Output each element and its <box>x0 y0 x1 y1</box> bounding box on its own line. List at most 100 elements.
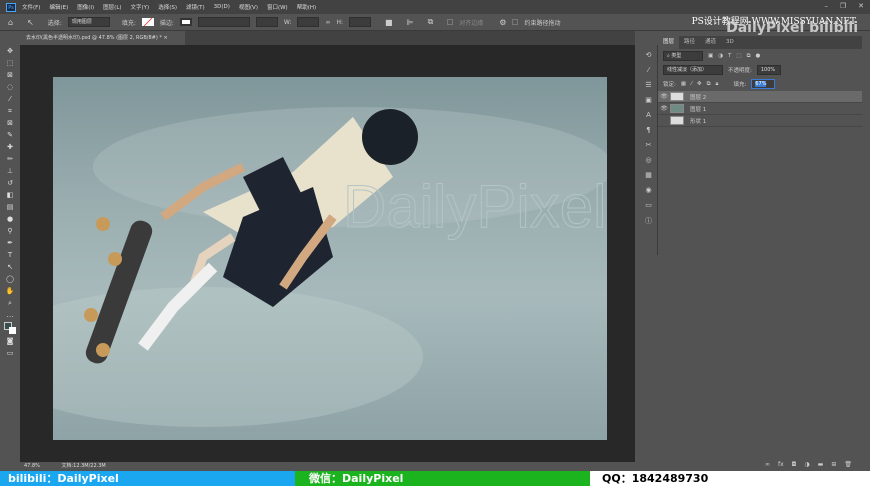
eraser-icon[interactable]: ◧ <box>5 190 15 200</box>
lock-image-icon[interactable]: ⁄ <box>691 81 692 87</box>
path-arrangement-icon[interactable]: ⧉ <box>428 17 434 27</box>
tools-icon[interactable]: ✂ <box>646 141 652 151</box>
path-select-tool-icon[interactable]: ↖ <box>27 18 34 27</box>
eye-icon[interactable]: 👁︎ <box>658 105 670 112</box>
blend-mode-dropdown[interactable]: 线性减淡（添加） <box>663 65 723 75</box>
ellipse-tool-icon[interactable]: ◯ <box>5 274 15 284</box>
artboard-tool-icon[interactable]: ⊠ <box>5 70 15 80</box>
3d-icon[interactable]: ◎ <box>645 156 651 166</box>
hand-tool-icon[interactable]: ✋ <box>5 286 15 296</box>
swatches-icon[interactable]: ▦ <box>645 171 652 181</box>
layer-row[interactable]: 👁︎ 图层 1 <box>658 103 862 115</box>
path-selection-icon[interactable]: ↖ <box>5 262 15 272</box>
adjustment-layer-icon[interactable]: ◑ <box>804 461 809 468</box>
adjustments-icon[interactable]: ☰ <box>645 81 651 91</box>
layer-row[interactable]: 👁︎ 图层 2 <box>658 91 862 103</box>
color-icon[interactable]: ▭ <box>645 201 652 211</box>
height-input[interactable] <box>349 17 372 27</box>
path-alignment-icon[interactable]: ⊫ <box>407 18 414 27</box>
healing-brush-icon[interactable]: ✚ <box>5 142 15 152</box>
menu-help[interactable]: 帮助(H) <box>297 3 316 11</box>
marquee-tool-icon[interactable]: ⬚ <box>5 58 15 68</box>
blur-tool-icon[interactable]: ● <box>5 214 15 224</box>
select-dropdown[interactable]: 现用图层 <box>67 17 110 27</box>
crop-tool-icon[interactable]: ⌗ <box>5 106 15 116</box>
menu-select[interactable]: 选择(S) <box>158 3 177 11</box>
menu-image[interactable]: 图像(I) <box>77 3 94 11</box>
stroke-width-input[interactable] <box>197 17 250 27</box>
align-edges-checkbox[interactable] <box>447 19 454 25</box>
filter-type-icon[interactable]: T <box>728 53 731 59</box>
fill-input[interactable]: 67% <box>751 79 776 89</box>
properties-icon[interactable]: ▣ <box>645 96 652 106</box>
close-icon[interactable]: ✕ <box>858 2 864 10</box>
menu-view[interactable]: 视图(V) <box>239 3 258 11</box>
stroke-type-dropdown[interactable] <box>255 17 278 27</box>
pen-tool-icon[interactable]: ✒ <box>5 238 15 248</box>
menu-edit[interactable]: 编辑(E) <box>49 3 68 11</box>
menu-layer[interactable]: 图层(L) <box>103 3 121 11</box>
filter-pixel-icon[interactable]: ▣ <box>708 53 713 59</box>
color-swatches[interactable] <box>4 322 16 334</box>
tab-close-icon[interactable]: × <box>163 35 167 41</box>
history-brush-icon[interactable]: ↺ <box>5 178 15 188</box>
link-layers-icon[interactable]: ∞ <box>765 461 770 468</box>
fill-swatch[interactable] <box>141 18 154 26</box>
trash-icon[interactable]: 🗑︎ <box>844 461 852 468</box>
paragraph-icon[interactable]: ¶ <box>646 126 650 136</box>
home-icon[interactable]: ⌂ <box>8 18 13 27</box>
lasso-tool-icon[interactable]: ◌ <box>5 82 15 92</box>
path-operations-icon[interactable]: ■ <box>385 18 393 27</box>
layer-row[interactable]: 形状 1 <box>658 115 862 127</box>
fx-icon[interactable]: fx <box>778 461 784 468</box>
opacity-input[interactable]: 100% <box>756 65 781 75</box>
restore-icon[interactable]: ❐ <box>840 2 846 10</box>
frame-tool-icon[interactable]: ⊠ <box>5 118 15 128</box>
quick-mask-icon[interactable]: ◙ <box>5 336 15 346</box>
lock-position-icon[interactable]: ✥ <box>697 81 702 87</box>
filter-shape-icon[interactable]: ⬚ <box>736 53 741 59</box>
new-group-icon[interactable]: ▬ <box>818 461 824 468</box>
menu-type[interactable]: 文字(Y) <box>131 3 150 11</box>
move-tool-icon[interactable]: ✥ <box>5 46 15 56</box>
tab-3d[interactable]: 3D <box>721 36 739 49</box>
eye-icon[interactable]: 👁︎ <box>658 93 670 100</box>
stroke-swatch[interactable] <box>179 18 192 26</box>
menu-window[interactable]: 窗口(W) <box>267 3 288 11</box>
brush-settings-icon[interactable]: ⁄ <box>648 66 649 76</box>
eyedropper-icon[interactable]: ✎ <box>5 130 15 140</box>
character-icon[interactable]: A <box>646 111 651 121</box>
gear-icon[interactable]: ⚙ <box>499 18 506 27</box>
screen-mode-icon[interactable]: ▭ <box>5 348 15 358</box>
gradient-tool-icon[interactable]: ▤ <box>5 202 15 212</box>
width-input[interactable] <box>297 17 320 27</box>
lock-transparent-icon[interactable]: ▦ <box>681 81 686 87</box>
add-mask-icon[interactable]: ◘ <box>792 461 797 468</box>
menu-3d[interactable]: 3D(D) <box>214 4 230 10</box>
link-icon[interactable]: ∞ <box>325 19 330 26</box>
filter-adjustment-icon[interactable]: ◑ <box>718 53 723 59</box>
document-tab[interactable]: 去水印(黑色半透明水印).psd @ 47.8% (图层 2, RGB/8#) … <box>20 31 185 45</box>
tab-layers[interactable]: 图层 <box>658 36 680 49</box>
libraries-icon[interactable]: ◉ <box>645 186 651 196</box>
type-tool-icon[interactable]: T <box>5 250 15 260</box>
clone-stamp-icon[interactable]: ⊥ <box>5 166 15 176</box>
tab-channels[interactable]: 通道 <box>700 36 721 49</box>
lock-artboard-icon[interactable]: ⧉ <box>707 81 711 88</box>
filter-kind-dropdown[interactable]: ⌕ 类型 <box>663 51 703 61</box>
more-tools-icon[interactable]: … <box>5 310 15 320</box>
lock-all-icon[interactable]: 🔒︎ <box>716 81 719 88</box>
magic-wand-icon[interactable]: ⁄ <box>5 94 15 104</box>
constrain-checkbox[interactable] <box>512 19 519 25</box>
zoom-tool-icon[interactable]: ⌕ <box>5 298 15 308</box>
minimize-icon[interactable]: – <box>824 2 828 10</box>
filter-toggle-icon[interactable]: ● <box>756 53 761 59</box>
menu-file[interactable]: 文件(F) <box>22 3 40 11</box>
info-icon[interactable]: ⓘ <box>645 216 652 226</box>
tab-paths[interactable]: 路径 <box>679 36 700 49</box>
zoom-level[interactable]: 47.8% <box>24 463 40 469</box>
new-layer-icon[interactable]: ⊞ <box>831 461 836 468</box>
filter-smart-object-icon[interactable]: ⧉ <box>747 53 751 60</box>
menu-filter[interactable]: 滤镜(T) <box>186 3 205 11</box>
canvas-area[interactable]: DailyPixel <box>20 45 635 462</box>
